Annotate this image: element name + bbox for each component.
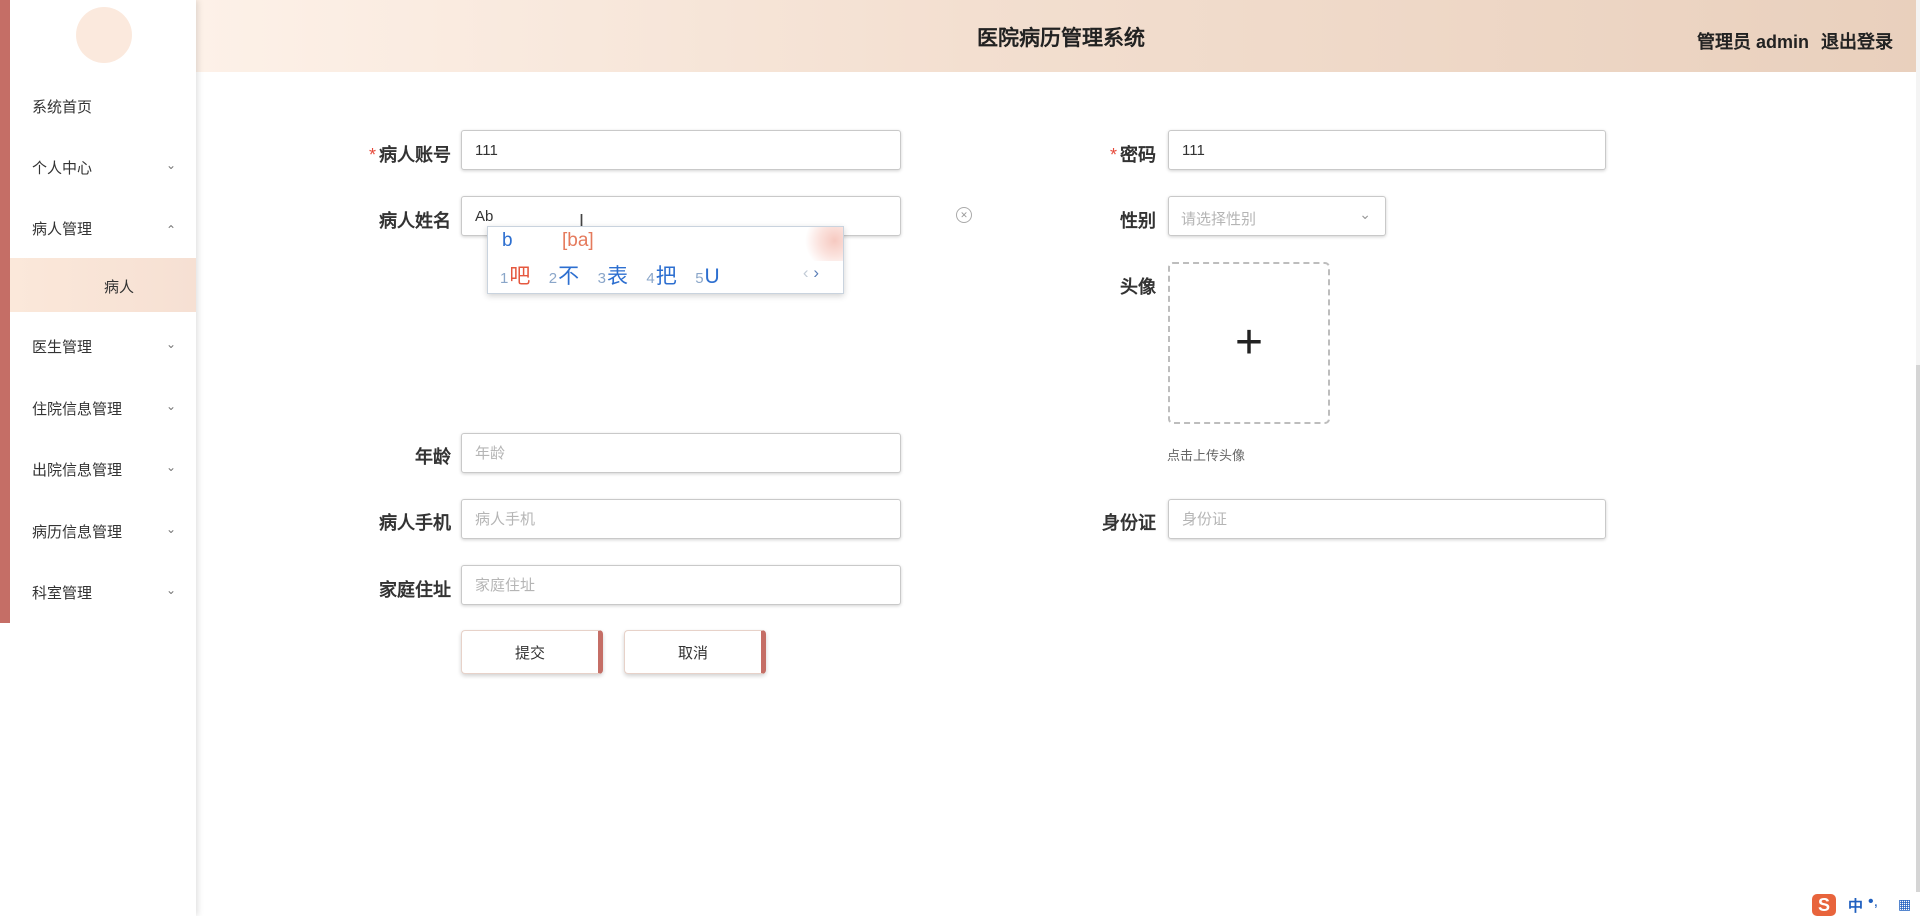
clear-icon[interactable]: ✕ bbox=[956, 207, 972, 223]
page-scrollbar[interactable] bbox=[1916, 0, 1920, 916]
home-address-label: 家庭住址 bbox=[379, 580, 451, 600]
sidebar-item-medical-record-management[interactable]: 病历信息管理 ⌄ bbox=[10, 507, 196, 553]
age-input[interactable] bbox=[461, 433, 901, 473]
punctuation-mode-icon[interactable]: •, bbox=[1868, 893, 1878, 911]
avatar-label: 头像 bbox=[1120, 277, 1156, 297]
patient-phone-label: 病人手机 bbox=[379, 513, 451, 533]
required-asterisk: * bbox=[1109, 145, 1117, 165]
scrollbar-thumb[interactable] bbox=[1916, 365, 1920, 916]
sidebar-item-label: 系统首页 bbox=[32, 99, 93, 116]
chevron-down-icon: ⌄ bbox=[165, 522, 176, 536]
chevron-down-icon: ⌄ bbox=[165, 158, 176, 172]
sidebar-item-department-management[interactable]: 科室管理 ⌄ bbox=[10, 568, 196, 614]
sogou-logo-icon: S bbox=[1812, 894, 1836, 916]
ime-pager: ‹ › bbox=[803, 263, 819, 283]
cancel-button[interactable]: 取消 bbox=[624, 630, 766, 674]
sidebar-subitem-patient[interactable]: 病人 bbox=[10, 258, 196, 312]
account-label: * 病人账号 bbox=[368, 145, 451, 165]
ime-candidate[interactable]: 2不 bbox=[549, 260, 579, 290]
chevron-down-icon: ⌄ bbox=[165, 337, 176, 351]
ime-skin-decoration bbox=[801, 227, 843, 261]
sidebar-accent-bar bbox=[0, 0, 10, 623]
gender-select[interactable]: 请选择性别 ⌄ bbox=[1168, 196, 1386, 236]
sidebar-item-label: 出院信息管理 bbox=[32, 462, 123, 479]
patient-account-input[interactable] bbox=[461, 130, 901, 170]
top-header: 医院病历管理系统 管理员 admin 退出登录 bbox=[196, 0, 1920, 72]
toolbox-grid-icon[interactable]: ▦ bbox=[1898, 896, 1911, 913]
ime-candidate[interactable]: 3表 bbox=[598, 260, 628, 290]
chevron-down-icon: ⌄ bbox=[165, 583, 176, 597]
sidebar-item-label: 病人管理 bbox=[32, 221, 93, 238]
ime-status-bar[interactable]: S 中 •, ▦ bbox=[1810, 892, 1920, 916]
sidebar-avatar bbox=[76, 7, 132, 63]
patient-phone-input[interactable] bbox=[461, 499, 901, 539]
ime-typed-text: b bbox=[502, 230, 513, 251]
sidebar-item-label: 病历信息管理 bbox=[32, 524, 123, 541]
required-asterisk: * bbox=[368, 145, 376, 165]
sidebar-item-home[interactable]: 系统首页 bbox=[10, 82, 196, 128]
chevron-down-icon: ⌄ bbox=[165, 399, 176, 413]
gender-select-placeholder: 请选择性别 bbox=[1181, 211, 1257, 228]
gender-label: 性别 bbox=[1120, 211, 1156, 231]
chevron-down-icon: ⌄ bbox=[1359, 206, 1371, 222]
ime-candidate[interactable]: 1吧 bbox=[500, 260, 530, 290]
sidebar-item-personal-center[interactable]: 个人中心 ⌄ bbox=[10, 143, 196, 189]
ime-candidate-popup: b [ba] 1吧 2不 3表 4把 5U ‹ › bbox=[487, 226, 844, 294]
plus-icon: + bbox=[1234, 316, 1264, 369]
submit-button[interactable]: 提交 bbox=[461, 630, 603, 674]
sidebar-item-label: 科室管理 bbox=[32, 585, 93, 602]
chevron-right-icon[interactable]: › bbox=[813, 263, 819, 282]
id-card-input[interactable] bbox=[1168, 499, 1606, 539]
logout-link[interactable]: 退出登录 bbox=[1821, 28, 1893, 54]
patient-name-label: 病人姓名 bbox=[379, 211, 451, 231]
sidebar-item-inpatient-management[interactable]: 住院信息管理 ⌄ bbox=[10, 384, 196, 430]
ime-candidate[interactable]: 5U bbox=[695, 265, 720, 289]
ime-pinyin: [ba] bbox=[562, 230, 594, 251]
page-title: 医院病历管理系统 bbox=[977, 27, 1145, 50]
password-input[interactable] bbox=[1168, 130, 1606, 170]
ime-candidate[interactable]: 4把 bbox=[646, 260, 676, 290]
id-card-label: 身份证 bbox=[1102, 513, 1156, 533]
ime-candidate-list: 1吧 2不 3表 4把 5U bbox=[500, 260, 734, 289]
sidebar-item-doctor-management[interactable]: 医生管理 ⌄ bbox=[10, 322, 196, 368]
sidebar-item-label: 医生管理 bbox=[32, 339, 93, 356]
chevron-up-icon: ⌃ bbox=[165, 223, 176, 237]
sidebar-item-discharge-management[interactable]: 出院信息管理 ⌄ bbox=[10, 445, 196, 491]
chevron-down-icon: ⌄ bbox=[165, 460, 176, 474]
sidebar-item-label: 住院信息管理 bbox=[32, 401, 123, 418]
chevron-left-icon[interactable]: ‹ bbox=[803, 263, 809, 282]
home-address-input[interactable] bbox=[461, 565, 901, 605]
ime-mode-indicator[interactable]: 中 bbox=[1848, 895, 1863, 916]
password-label: * 密码 bbox=[1109, 145, 1156, 165]
avatar-upload-hint: 点击上传头像 bbox=[1167, 448, 1246, 463]
sidebar: 系统首页 个人中心 ⌄ 病人管理 ⌃ 病人 医生管理 ⌄ 住院信息管理 ⌄ 出院… bbox=[0, 0, 196, 916]
sidebar-item-label: 个人中心 bbox=[32, 160, 93, 177]
current-user: 管理员 admin bbox=[1697, 32, 1810, 52]
sidebar-item-label: 病人 bbox=[104, 279, 135, 296]
sidebar-item-patient-management[interactable]: 病人管理 ⌃ bbox=[10, 204, 196, 250]
age-label: 年龄 bbox=[415, 447, 451, 467]
avatar-upload-box[interactable]: + bbox=[1168, 262, 1330, 424]
